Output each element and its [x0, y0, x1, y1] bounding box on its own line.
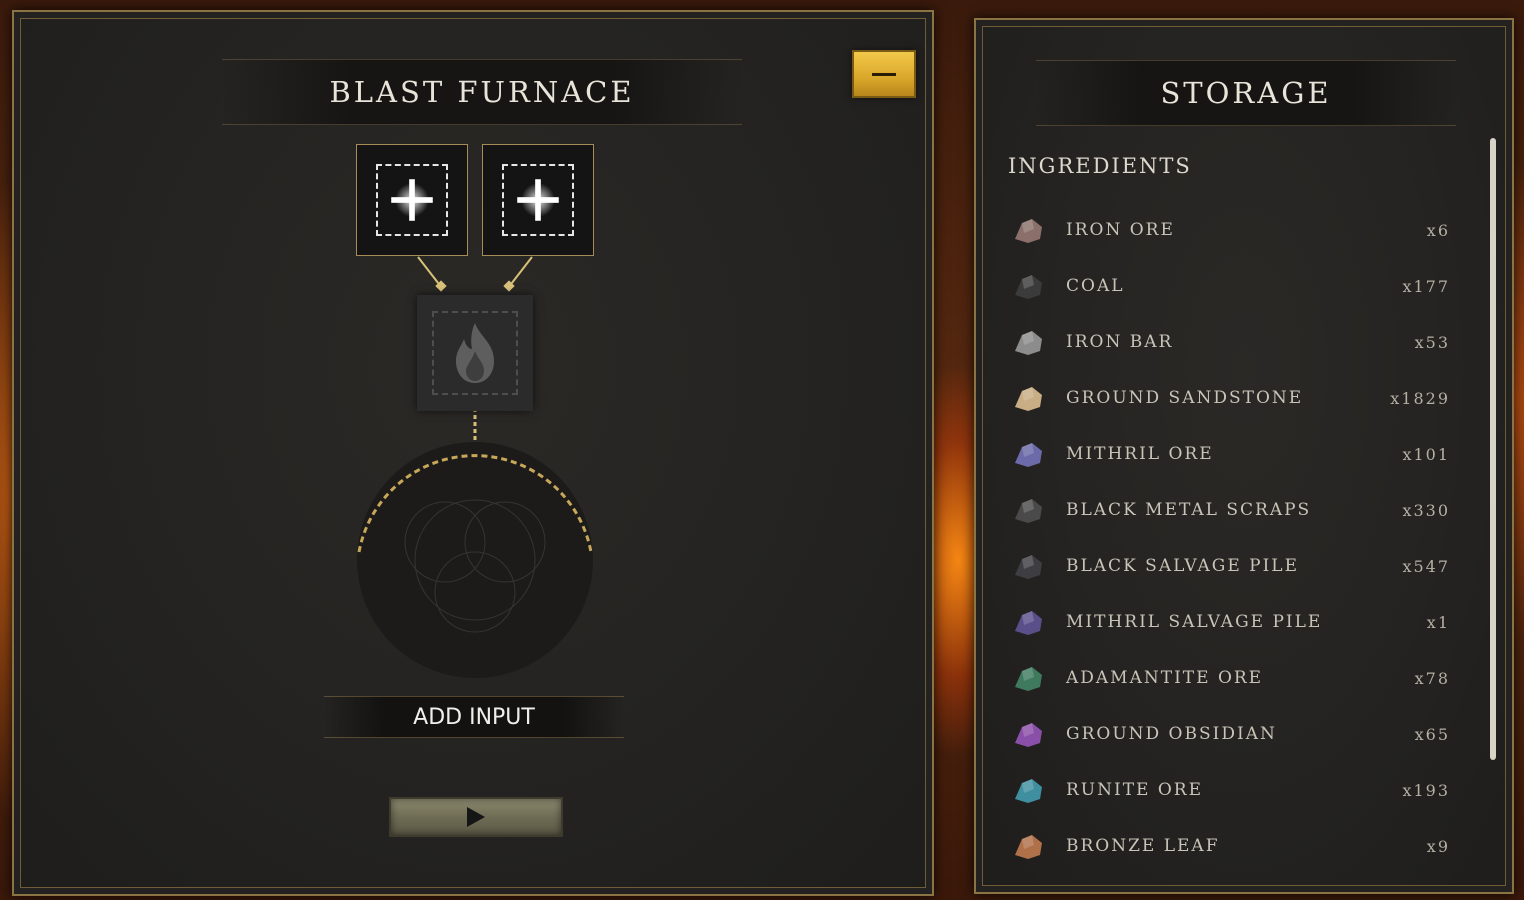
ingredient-name: BLACK METAL SCRAPS: [1066, 500, 1312, 520]
ingredient-row[interactable]: RUNITE ORE x193: [994, 762, 1472, 818]
mithril-ore-icon: [1015, 443, 1042, 467]
ingredient-count: x101: [1402, 444, 1450, 464]
output-slot[interactable]: [417, 295, 533, 411]
storage-scrollbar[interactable]: [1490, 138, 1496, 760]
minus-icon: [872, 72, 896, 76]
add-input-bar: ADD INPUT: [324, 696, 624, 738]
ingredient-row[interactable]: ADAMANTITE ORE x78: [994, 650, 1472, 706]
mithril-salvage-pile-icon: [1015, 611, 1042, 635]
ingredient-count: x9: [1426, 836, 1450, 856]
bronze-leaf-icon: [1015, 835, 1042, 859]
play-icon: [467, 807, 485, 827]
ingredient-row[interactable]: MITHRIL ORE x101: [994, 426, 1472, 482]
ingredient-row[interactable]: GROUND SANDSTONE x1829: [994, 370, 1472, 426]
minimize-button[interactable]: [852, 50, 916, 98]
ingredient-name: COAL: [1066, 276, 1125, 296]
ingredient-count: x547: [1402, 556, 1450, 576]
ingredient-row[interactable]: COAL x177: [994, 258, 1472, 314]
ingredient-count: x193: [1402, 780, 1450, 800]
ingredient-row[interactable]: MITHRIL SALVAGE PILE x1: [994, 594, 1472, 650]
blast-furnace-panel: BLAST FURNACE ADD INPUT: [12, 10, 934, 896]
ingredient-count: x177: [1402, 276, 1450, 296]
ingredient-name: BLACK SALVAGE PILE: [1066, 556, 1300, 576]
furnace-title: BLAST FURNACE: [329, 75, 635, 109]
ground-sandstone-icon: [1015, 387, 1042, 411]
recipe-connectors: [357, 256, 593, 678]
ingredient-count: x1: [1426, 612, 1450, 632]
ingredient-row[interactable]: IRON BAR x53: [994, 314, 1472, 370]
input-slot-2[interactable]: [482, 144, 594, 256]
fire-icon: [456, 323, 494, 383]
runite-ore-icon: [1015, 779, 1042, 803]
ingredient-row[interactable]: BRONZE LEAF x9: [994, 818, 1472, 866]
game-scene: BLAST FURNACE ADD INPUT STORAGE INGREDIE…: [0, 0, 1524, 900]
storage-panel: STORAGE INGREDIENTS IRON ORE x6 COAL x177 IR…: [974, 18, 1514, 894]
ingredient-name: ADAMANTITE ORE: [1066, 668, 1264, 688]
ingredients-heading: INGREDIENTS: [1008, 154, 1192, 178]
ingredient-name: IRON BAR: [1066, 332, 1174, 352]
storage-title: STORAGE: [1160, 76, 1332, 110]
ingredient-name: IRON ORE: [1066, 220, 1175, 240]
ingredient-row[interactable]: BLACK METAL SCRAPS x330: [994, 482, 1472, 538]
plus-icon: [391, 179, 433, 221]
coal-icon: [1015, 275, 1042, 299]
storage-title-bar: STORAGE: [1036, 60, 1456, 126]
iron-ore-icon: [1015, 219, 1042, 243]
ingredient-name: MITHRIL SALVAGE PILE: [1066, 612, 1323, 632]
ingredient-count: x78: [1414, 668, 1450, 688]
add-input-label: ADD INPUT: [413, 704, 535, 730]
black-salvage-pile-icon: [1015, 555, 1042, 579]
plus-icon: [517, 179, 559, 221]
ingredient-row[interactable]: BLACK SALVAGE PILE x547: [994, 538, 1472, 594]
ingredient-name: BRONZE LEAF: [1066, 836, 1220, 856]
black-metal-scraps-icon: [1015, 499, 1042, 523]
ingredient-count: x53: [1414, 332, 1450, 352]
ingredient-name: MITHRIL ORE: [1066, 444, 1214, 464]
ingredient-count: x6: [1426, 220, 1450, 240]
ingredient-count: x65: [1414, 724, 1450, 744]
start-smelting-button[interactable]: [389, 797, 563, 837]
ingredient-name: GROUND SANDSTONE: [1066, 388, 1304, 408]
input-slot-1[interactable]: [356, 144, 468, 256]
furnace-title-bar: BLAST FURNACE: [222, 59, 742, 125]
ingredient-name: RUNITE ORE: [1066, 780, 1204, 800]
adamantite-ore-icon: [1015, 667, 1042, 691]
ingredient-row[interactable]: IRON ORE x6: [994, 202, 1472, 258]
ingredient-count: x1829: [1390, 388, 1450, 408]
ingredient-row[interactable]: GROUND OBSIDIAN x65: [994, 706, 1472, 762]
ingredient-name: GROUND OBSIDIAN: [1066, 724, 1277, 744]
iron-bar-icon: [1015, 331, 1042, 355]
ingredient-list: IRON ORE x6 COAL x177 IRON BAR x53 GROUND SAND…: [994, 202, 1472, 866]
ingredient-count: x330: [1402, 500, 1450, 520]
ground-obsidian-icon: [1015, 723, 1042, 747]
